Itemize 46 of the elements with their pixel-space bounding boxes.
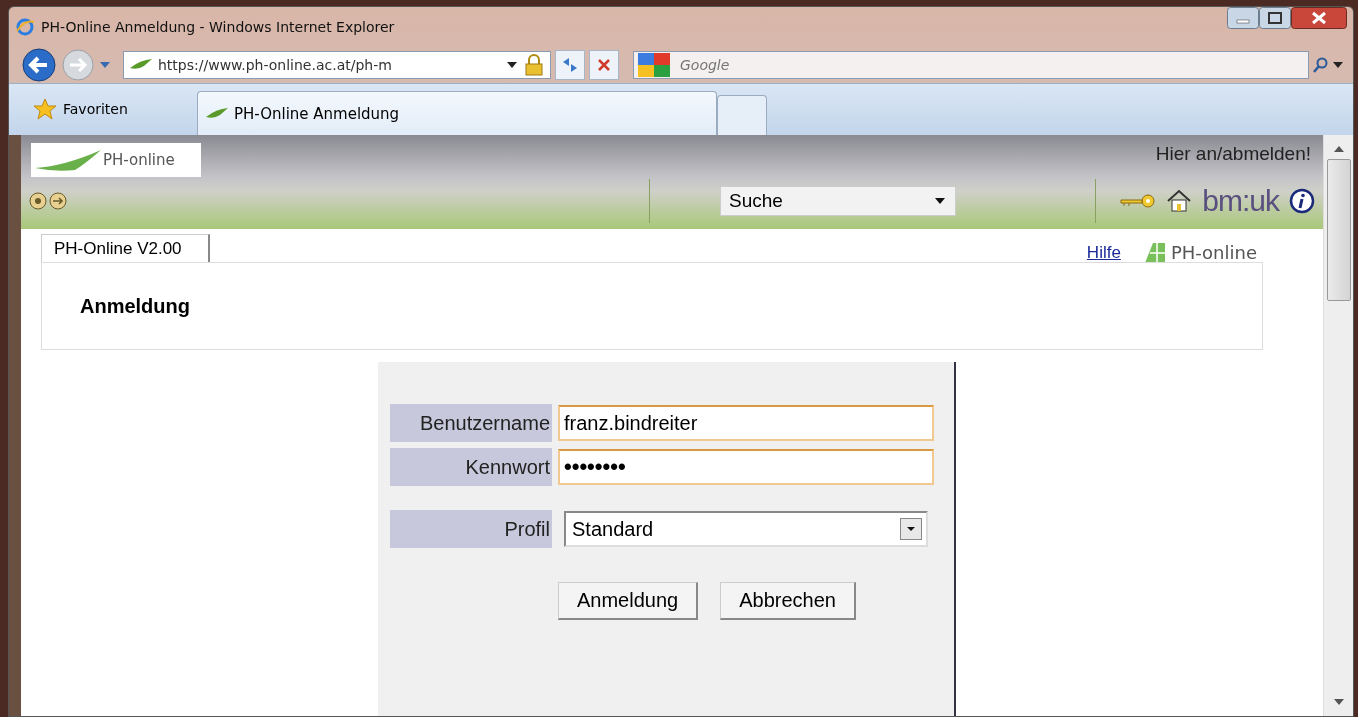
- grid-logo-icon: [1144, 242, 1165, 263]
- form-button[interactable]: Abbrechen: [720, 582, 856, 620]
- dropdown-caret-icon[interactable]: [506, 60, 518, 70]
- brand-logo: bm:uk: [1202, 184, 1279, 218]
- scroll-down-icon[interactable]: [1333, 698, 1344, 706]
- search-field[interactable]: Google: [633, 51, 1309, 79]
- site-name: PH-online: [1170, 242, 1257, 263]
- scroll-thumb[interactable]: [1326, 159, 1351, 301]
- url-text: https://www.ph-online.ac.at/ph-m: [158, 57, 393, 73]
- scroll-up-icon[interactable]: [1333, 145, 1344, 153]
- key-icon[interactable]: [1120, 193, 1157, 209]
- site-favicon-icon: [130, 58, 152, 72]
- scrollbar[interactable]: [1323, 135, 1353, 716]
- site-favicon-icon: [206, 106, 228, 121]
- search-icon[interactable]: [1313, 57, 1329, 73]
- search-input[interactable]: Google: [678, 56, 1304, 74]
- refresh-icon[interactable]: [555, 50, 585, 80]
- page-heading: Anmeldung: [80, 294, 190, 318]
- dropdown-caret-icon: [935, 197, 945, 205]
- search-provider-icon: [638, 53, 670, 77]
- field-label: Benutzername: [390, 404, 552, 442]
- stop-icon[interactable]: [589, 50, 619, 80]
- star-icon: [33, 98, 57, 120]
- info-icon[interactable]: [1289, 188, 1315, 214]
- browser-tab[interactable]: PH-Online Anmeldung: [197, 91, 717, 135]
- site-logo: PH-online: [31, 143, 201, 177]
- house-icon[interactable]: [1166, 189, 1193, 213]
- password-field[interactable]: ••••••••: [558, 449, 934, 485]
- window-title: PH-Online Anmeldung - Windows Internet Explorer: [41, 19, 396, 35]
- profile-dropdown[interactable]: Standard: [564, 511, 928, 547]
- field-label: Profil: [390, 510, 552, 548]
- browser-logo-icon: [15, 17, 35, 37]
- form-button[interactable]: Anmeldung: [558, 582, 699, 620]
- page-tab[interactable]: PH-Online V2.00: [41, 234, 210, 263]
- padlock-icon: [524, 54, 544, 76]
- login-link[interactable]: Hier an/abmelden!: [1155, 143, 1311, 165]
- search-dropdown[interactable]: Suche: [720, 186, 956, 216]
- username-field[interactable]: franz.bindreiter: [558, 405, 934, 441]
- close-icon[interactable]: [1291, 7, 1347, 29]
- circle-dot-icon[interactable]: [29, 192, 47, 210]
- favorites-button[interactable]: Favoriten: [29, 89, 197, 129]
- maximize-icon[interactable]: [1259, 7, 1291, 29]
- address-bar[interactable]: https://www.ph-online.ac.at/ph-m: [123, 51, 551, 79]
- field-label: Kennwort: [390, 448, 552, 486]
- help-link[interactable]: Hilfe: [1086, 242, 1121, 263]
- dropdown-caret-icon[interactable]: [1333, 61, 1343, 69]
